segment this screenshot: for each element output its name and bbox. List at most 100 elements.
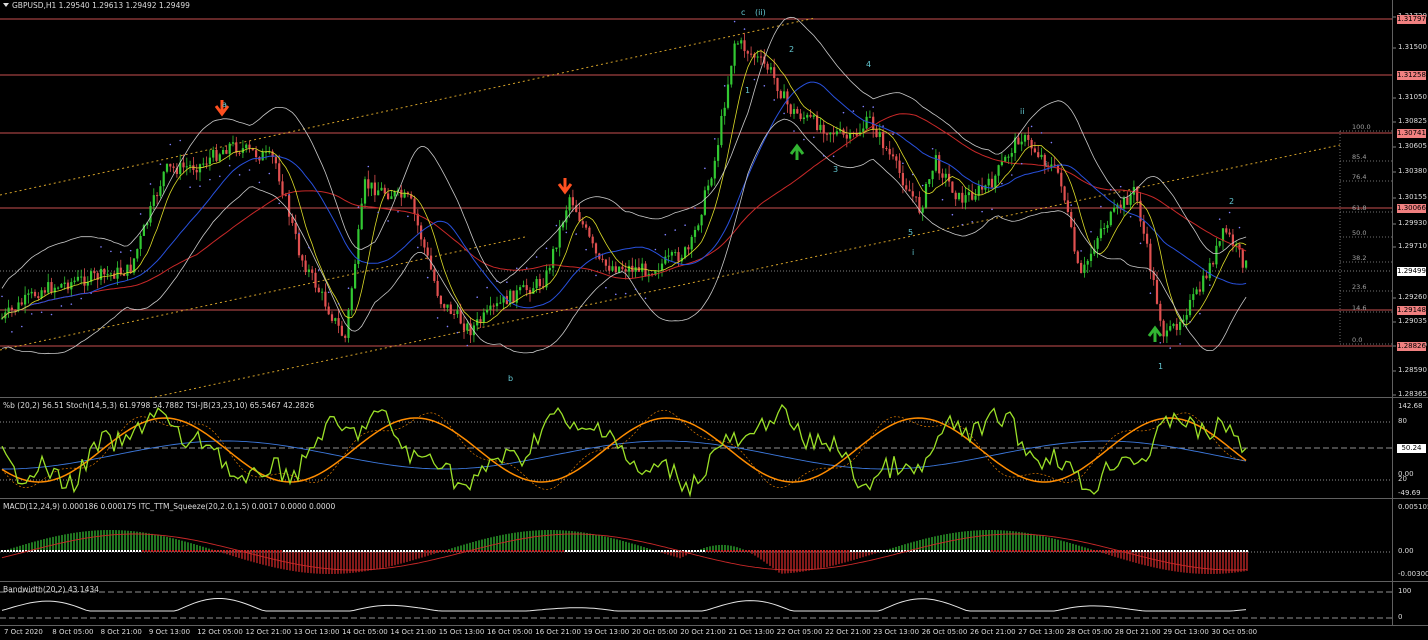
candle-body bbox=[954, 192, 957, 200]
candle-body bbox=[740, 40, 743, 44]
squeeze-dot bbox=[1216, 550, 1218, 552]
squeeze-dot bbox=[937, 550, 939, 552]
squeeze-dot bbox=[484, 550, 486, 552]
squeeze-dot bbox=[697, 550, 699, 552]
squeeze-dot bbox=[1057, 550, 1059, 552]
candle-body bbox=[321, 291, 324, 293]
parabolic-sar-dot bbox=[674, 229, 676, 231]
squeeze-dot bbox=[1177, 550, 1179, 552]
macd-pane[interactable]: MACD(12,24,9) 0.000186 0.000175 ITC_TTM_… bbox=[0, 501, 1428, 582]
candle-body bbox=[380, 187, 383, 191]
candle-body bbox=[690, 236, 693, 250]
time-axis-label: 22 Oct 21:00 bbox=[825, 628, 871, 636]
candle-body bbox=[274, 157, 277, 164]
wave-label: 1 bbox=[745, 86, 751, 95]
candle-body bbox=[713, 160, 716, 179]
squeeze-dot bbox=[460, 550, 462, 552]
parabolic-sar-dot bbox=[367, 165, 370, 168]
candle-body bbox=[697, 225, 700, 230]
squeeze-dot bbox=[667, 550, 669, 552]
squeeze-dot bbox=[448, 550, 450, 552]
parabolic-sar-dot bbox=[1129, 215, 1132, 218]
squeeze-dot bbox=[52, 550, 54, 552]
trend-channel-line bbox=[0, 236, 526, 351]
candle-body bbox=[363, 179, 367, 204]
squeeze-dot bbox=[229, 550, 231, 552]
candle-body bbox=[314, 272, 317, 288]
squeeze-dot bbox=[862, 550, 864, 552]
squeeze-dot bbox=[580, 550, 582, 552]
squeeze-dot bbox=[526, 550, 528, 552]
parabolic-sar-dot bbox=[723, 85, 726, 87]
candle-body bbox=[1188, 299, 1192, 316]
squeeze-dot bbox=[859, 550, 861, 552]
bandwidth-pane[interactable]: Bandwidth(20,2) 43.1434 100 0 bbox=[0, 584, 1428, 626]
candle-body bbox=[832, 132, 835, 135]
candle-body bbox=[499, 302, 502, 304]
squeeze-dot bbox=[655, 550, 657, 552]
squeeze-dot bbox=[46, 550, 48, 552]
squeeze-dot bbox=[733, 550, 735, 552]
macd-canvas[interactable] bbox=[0, 501, 1428, 582]
candle-body bbox=[641, 263, 644, 272]
candle-body bbox=[443, 304, 446, 308]
candle-body bbox=[334, 318, 337, 321]
candle-body bbox=[43, 290, 46, 293]
parabolic-sar-dot bbox=[684, 224, 686, 226]
squeeze-dot bbox=[1036, 550, 1038, 552]
squeeze-dot bbox=[589, 550, 591, 552]
bandwidth-canvas[interactable] bbox=[0, 584, 1428, 626]
squeeze-dot bbox=[745, 550, 747, 552]
squeeze-dot bbox=[7, 550, 9, 552]
candle-body bbox=[733, 43, 736, 66]
squeeze-dot bbox=[841, 550, 843, 552]
squeeze-dot bbox=[847, 550, 849, 552]
parabolic-sar-dot bbox=[199, 185, 201, 187]
candle-body bbox=[1122, 197, 1126, 209]
squeeze-dot bbox=[295, 550, 297, 552]
candle-body bbox=[1040, 154, 1043, 158]
symbol-dropdown-icon[interactable] bbox=[3, 3, 9, 7]
price-chart-canvas[interactable] bbox=[0, 0, 1428, 398]
parabolic-sar-dot bbox=[446, 325, 449, 328]
squeeze-dot bbox=[439, 550, 441, 552]
fib-level-label: 38.2 bbox=[1352, 254, 1367, 262]
squeeze-dot bbox=[184, 550, 186, 552]
squeeze-dot bbox=[685, 550, 687, 552]
parabolic-sar-dot bbox=[466, 344, 469, 347]
candle-body bbox=[340, 325, 343, 336]
candle-body bbox=[994, 175, 997, 188]
squeeze-dot bbox=[361, 550, 363, 552]
candle-body bbox=[1179, 321, 1182, 330]
squeeze-dot bbox=[979, 550, 981, 552]
squeeze-dot bbox=[550, 550, 552, 552]
parabolic-sar-dot bbox=[1001, 182, 1003, 185]
parabolic-sar-dot bbox=[743, 28, 746, 30]
squeeze-dot bbox=[790, 550, 792, 552]
parabolic-sar-dot bbox=[1159, 341, 1162, 344]
candle-body bbox=[14, 309, 17, 311]
candle-body bbox=[456, 310, 459, 315]
parabolic-sar-dot bbox=[149, 183, 152, 185]
parabolic-sar-dot bbox=[1209, 284, 1211, 286]
squeeze-dot bbox=[118, 550, 120, 552]
squeeze-dot bbox=[778, 550, 780, 552]
squeeze-dot bbox=[634, 550, 636, 552]
squeeze-dot bbox=[784, 550, 786, 552]
parabolic-sar-dot bbox=[189, 186, 191, 189]
fib-level-label: 50.0 bbox=[1352, 229, 1367, 237]
candle-body bbox=[730, 65, 733, 85]
squeeze-dot bbox=[880, 550, 882, 552]
oscillator-pane[interactable]: %b (20,2) 56.51 Stoch(14,5,3) 61.9798 54… bbox=[0, 400, 1428, 499]
squeeze-dot bbox=[532, 550, 534, 552]
oscillator-canvas[interactable] bbox=[0, 400, 1428, 499]
candle-body bbox=[139, 235, 142, 249]
candle-body bbox=[228, 143, 231, 154]
time-axis-label: 14 Oct 05:00 bbox=[342, 628, 388, 636]
squeeze-dot bbox=[253, 550, 255, 552]
candle-body bbox=[1146, 233, 1149, 244]
candle-body bbox=[7, 307, 10, 313]
candle-body bbox=[1037, 152, 1040, 158]
fib-level-label: 61.8 bbox=[1352, 204, 1367, 212]
price-chart-pane[interactable]: GBPUSD,H1 1.29540 1.29613 1.29492 1.2949… bbox=[0, 0, 1428, 398]
